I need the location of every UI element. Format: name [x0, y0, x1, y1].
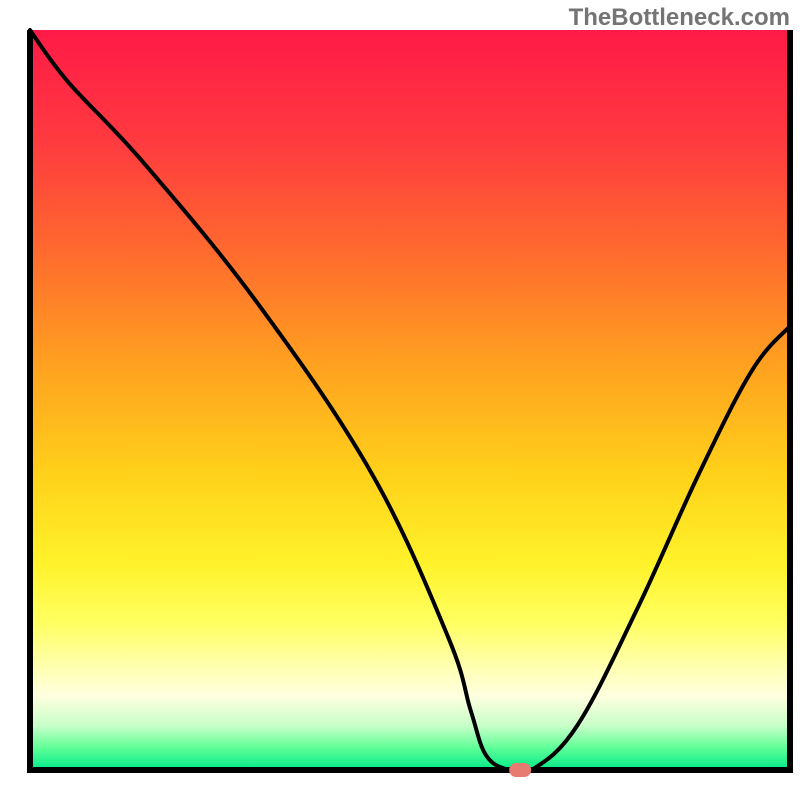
gradient-background	[30, 30, 790, 770]
bottleneck-chart-svg	[0, 0, 800, 800]
watermark-text: TheBottleneck.com	[569, 4, 790, 32]
optimal-marker	[509, 763, 531, 777]
chart-frame: TheBottleneck.com	[0, 0, 800, 800]
